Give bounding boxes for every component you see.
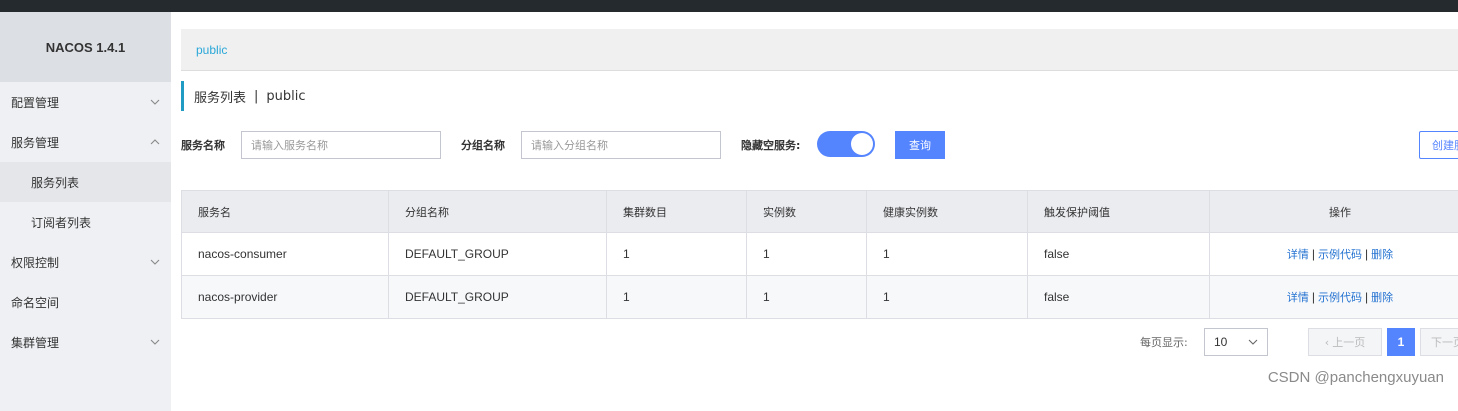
cell-cluster-count: 1 [606, 275, 747, 319]
sidebar-item-service-list[interactable]: 服务列表 [0, 162, 171, 202]
toggle-knob [851, 133, 873, 155]
sidebar-item-label: 权限控制 [11, 255, 60, 270]
page-size-value: 10 [1214, 335, 1228, 349]
title-separator: | [254, 88, 259, 104]
delete-link[interactable]: 删除 [1371, 248, 1393, 261]
chevron-down-icon [1248, 339, 1258, 345]
cell-protect-threshold: false [1027, 232, 1210, 276]
col-protect-threshold: 触发保护阈值 [1027, 190, 1210, 233]
cell-group-name: DEFAULT_GROUP [388, 232, 607, 276]
chevron-down-icon [149, 96, 161, 108]
col-group-name: 分组名称 [388, 190, 607, 233]
group-name-label: 分组名称 [461, 139, 505, 152]
watermark: CSDN @panchengxuyuan [1267, 369, 1444, 386]
sidebar-item-namespace[interactable]: 命名空间 [0, 282, 171, 322]
sidebar-item-access-control[interactable]: 权限控制 [0, 242, 171, 282]
chevron-down-icon [149, 336, 161, 348]
next-page-label: 下一页 [1431, 336, 1458, 349]
chevron-down-icon [149, 256, 161, 268]
table-header-row: 服务名 分组名称 集群数目 实例数 健康实例数 触发保护阈值 操作 [181, 190, 1458, 233]
hide-empty-toggle[interactable] [817, 131, 875, 157]
chevron-up-icon [149, 136, 161, 148]
query-button[interactable]: 查询 [895, 131, 945, 159]
cell-cluster-count: 1 [606, 232, 747, 276]
cell-actions: 详情 | 示例代码 | 删除 [1209, 232, 1458, 276]
namespace-bar: public [181, 29, 1458, 71]
cell-instance-count: 1 [746, 232, 867, 276]
cell-healthy-count: 1 [866, 275, 1028, 319]
sidebar-item-label: 命名空间 [11, 295, 60, 310]
cell-protect-threshold: false [1027, 275, 1210, 319]
main-content: public 服务列表 | public 服务名称 请输入服务名称 分组名称 请… [171, 12, 1458, 411]
detail-link[interactable]: 详情 [1287, 291, 1309, 304]
sidebar: NACOS 1.4.1 配置管理 服务管理 服务列表 订阅者列表 权限控制 命名… [0, 12, 171, 411]
cell-service-name: nacos-consumer [181, 232, 389, 276]
page-size-select[interactable]: 10 [1204, 328, 1268, 356]
col-service-name: 服务名 [181, 190, 389, 233]
action-separator: | [1311, 247, 1315, 261]
sidebar-item-config-management[interactable]: 配置管理 [0, 82, 171, 122]
action-separator: | [1311, 290, 1315, 304]
prev-page-label: 上一页 [1332, 336, 1366, 349]
sidebar-item-label: 服务管理 [11, 135, 60, 150]
action-separator: | [1365, 247, 1369, 261]
sample-code-link[interactable]: 示例代码 [1318, 291, 1362, 304]
sidebar-item-subscriber-list[interactable]: 订阅者列表 [0, 202, 171, 242]
service-table: 服务名 分组名称 集群数目 实例数 健康实例数 触发保护阈值 操作 nacos-… [181, 190, 1458, 319]
hide-empty-label: 隐藏空服务: [741, 139, 801, 152]
service-name-label: 服务名称 [181, 139, 225, 152]
detail-link[interactable]: 详情 [1287, 248, 1309, 261]
page-button-1[interactable]: 1 [1387, 328, 1415, 356]
col-actions: 操作 [1209, 190, 1458, 233]
action-separator: | [1365, 290, 1369, 304]
sidebar-item-label: 配置管理 [11, 95, 60, 110]
next-page-button[interactable]: 下一页 [1420, 328, 1458, 356]
top-bar [0, 0, 1458, 12]
table-row: nacos-consumer DEFAULT_GROUP 1 1 1 false… [181, 232, 1458, 276]
cell-service-name: nacos-provider [181, 275, 389, 319]
table-row: nacos-provider DEFAULT_GROUP 1 1 1 false… [181, 275, 1458, 319]
sidebar-item-label: 服务列表 [31, 175, 80, 190]
col-healthy-count: 健康实例数 [866, 190, 1028, 233]
prev-page-button[interactable]: ‹ 上一页 [1308, 328, 1382, 356]
service-name-input[interactable]: 请输入服务名称 [241, 131, 441, 159]
sample-code-link[interactable]: 示例代码 [1318, 248, 1362, 261]
namespace-link-public[interactable]: public [196, 43, 227, 57]
sidebar-item-label: 集群管理 [11, 335, 60, 350]
page-title-namespace: public [266, 88, 306, 104]
cell-actions: 详情 | 示例代码 | 删除 [1209, 275, 1458, 319]
sidebar-item-service-management[interactable]: 服务管理 [0, 122, 171, 162]
sidebar-item-label: 订阅者列表 [31, 215, 92, 230]
page-title-text: 服务列表 [194, 90, 247, 106]
group-name-input[interactable]: 请输入分组名称 [521, 131, 721, 159]
cell-group-name: DEFAULT_GROUP [388, 275, 607, 319]
cell-healthy-count: 1 [866, 232, 1028, 276]
brand-logo: NACOS 1.4.1 [0, 12, 171, 82]
page-size-label: 每页显示: [1140, 336, 1188, 349]
filter-row: 服务名称 请输入服务名称 分组名称 请输入分组名称 隐藏空服务: 查询 创建服务 [181, 131, 1458, 159]
chevron-left-icon: ‹ [1324, 335, 1330, 349]
create-service-button[interactable]: 创建服务 [1419, 131, 1458, 159]
cell-instance-count: 1 [746, 275, 867, 319]
col-instance-count: 实例数 [746, 190, 867, 233]
delete-link[interactable]: 删除 [1371, 291, 1393, 304]
sidebar-item-cluster-management[interactable]: 集群管理 [0, 322, 171, 362]
col-cluster-count: 集群数目 [606, 190, 747, 233]
page-title: 服务列表 | public [181, 81, 306, 111]
